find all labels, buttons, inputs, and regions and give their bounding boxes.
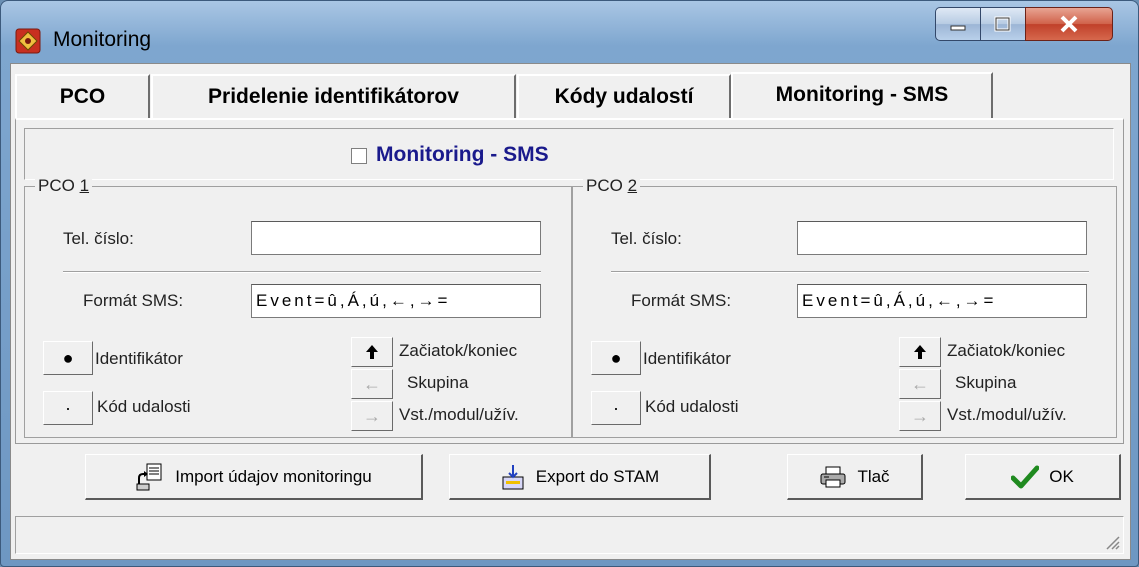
pco-2-identifier-label: Identifikátor xyxy=(643,349,731,368)
pco-2-start-end-button[interactable] xyxy=(899,337,941,367)
export-stam-button[interactable]: Export do STAM xyxy=(449,454,711,500)
arrow-up-icon xyxy=(366,345,378,359)
pco-2-identifier-button[interactable]: ● xyxy=(591,341,641,375)
maximize-icon xyxy=(994,16,1011,32)
pco-2-title-prefix: PCO xyxy=(586,176,628,195)
pco-1-input-module-button[interactable]: → xyxy=(351,401,393,431)
pco-1-tel-label: Tel. číslo: xyxy=(63,229,134,248)
ok-button[interactable]: OK xyxy=(965,454,1121,500)
minimize-button[interactable] xyxy=(935,7,981,41)
title-bar[interactable]: Monitoring xyxy=(1,1,1138,63)
pco-1-tel-input[interactable] xyxy=(251,221,541,255)
pco-1-start-end-label: Začiatok/koniec xyxy=(399,341,518,360)
pco-1-group: PCO 1 Tel. číslo: Formát SMS: Event=û,Á,… xyxy=(24,176,572,438)
pco-2-input-module-button[interactable]: → xyxy=(899,401,941,431)
minimize-icon xyxy=(950,25,966,31)
pco-1-group-label: Skupina xyxy=(407,373,469,392)
pco-1-identifier-button[interactable]: ● xyxy=(43,341,93,375)
close-button[interactable] xyxy=(1025,7,1113,41)
import-icon xyxy=(136,463,162,490)
resize-grip-icon[interactable] xyxy=(1101,531,1121,551)
window-title: Monitoring xyxy=(53,28,152,51)
bottom-button-row: Import údajov monitoringu Export do STAM… xyxy=(15,454,1124,514)
pco-2-format-label: Formát SMS: xyxy=(631,291,732,310)
pco-2-group-label: Skupina xyxy=(955,373,1017,392)
checkmark-icon xyxy=(1011,465,1040,488)
export-stam-label: Export do STAM xyxy=(535,466,660,486)
pco-2-event-code-button[interactable]: · xyxy=(591,391,641,425)
import-monitoring-label: Import údajov monitoringu xyxy=(175,466,372,486)
status-bar xyxy=(15,516,1124,554)
arrow-up-icon xyxy=(914,345,926,359)
pco-2-tel-label: Tel. číslo: xyxy=(611,229,682,248)
pco-2-format-input[interactable]: Event=û,Á,ú,←,→= xyxy=(797,284,1087,318)
pco-1-identifier-label: Identifikátor xyxy=(95,349,183,368)
pco-2-input-module-label: Vst./modul/užív. xyxy=(947,405,1067,424)
pco-1-format-input[interactable]: Event=û,Á,ú,←,→= xyxy=(251,284,541,318)
print-label: Tlač xyxy=(857,466,890,486)
import-monitoring-button[interactable]: Import údajov monitoringu xyxy=(85,454,423,500)
pco-1-event-code-button[interactable]: · xyxy=(43,391,93,425)
maximize-button[interactable] xyxy=(980,7,1026,41)
tab-monitoring-sms[interactable]: Monitoring - SMS xyxy=(731,72,993,120)
monitoring-sms-header: Monitoring - SMS xyxy=(24,128,1114,180)
tab-pco[interactable]: PCO xyxy=(15,74,150,118)
tab-kody-udalosti[interactable]: Kódy udalostí xyxy=(517,74,731,118)
tab-panel-monitoring-sms: Monitoring - SMS PCO 1 Tel. číslo: Formá… xyxy=(15,118,1124,444)
pco-2-group: PCO 2 Tel. číslo: Formát SMS: Event=û,Á,… xyxy=(572,176,1117,438)
pco-2-title-number: 2 xyxy=(627,176,638,195)
window-frame: Monitoring PCO Pridelenie identifikátoro… xyxy=(0,0,1139,567)
ok-label: OK xyxy=(1049,466,1074,486)
export-icon xyxy=(502,464,524,489)
pco-1-format-label: Formát SMS: xyxy=(83,291,184,310)
close-icon xyxy=(1060,15,1078,33)
tab-pridelenie-identifikatorov[interactable]: Pridelenie identifikátorov xyxy=(151,74,516,118)
pco-2-title: PCO 2 xyxy=(583,176,641,196)
pco-1-input-module-label: Vst./modul/užív. xyxy=(399,405,519,424)
printer-icon xyxy=(820,466,846,487)
app-icon xyxy=(15,28,41,54)
pco-2-start-end-label: Začiatok/koniec xyxy=(947,341,1066,360)
pco-2-event-code-label: Kód udalosti xyxy=(645,397,739,416)
pco-1-separator xyxy=(63,271,541,273)
pco-2-group-button[interactable]: ← xyxy=(899,369,941,399)
pco-1-start-end-button[interactable] xyxy=(351,337,393,367)
client-area: PCO Pridelenie identifikátorov Kódy udal… xyxy=(10,63,1131,560)
monitoring-sms-checkbox-label[interactable]: Monitoring - SMS xyxy=(376,143,549,167)
pco-1-group-button[interactable]: ← xyxy=(351,369,393,399)
pco-1-title-number: 1 xyxy=(79,176,90,195)
pco-2-separator xyxy=(611,271,1089,273)
pco-2-tel-input[interactable] xyxy=(797,221,1087,255)
pco-1-title-prefix: PCO xyxy=(38,176,80,195)
print-button[interactable]: Tlač xyxy=(787,454,923,500)
monitoring-sms-checkbox[interactable] xyxy=(351,148,367,164)
pco-1-title: PCO 1 xyxy=(35,176,93,196)
pco-1-event-code-label: Kód udalosti xyxy=(97,397,191,416)
